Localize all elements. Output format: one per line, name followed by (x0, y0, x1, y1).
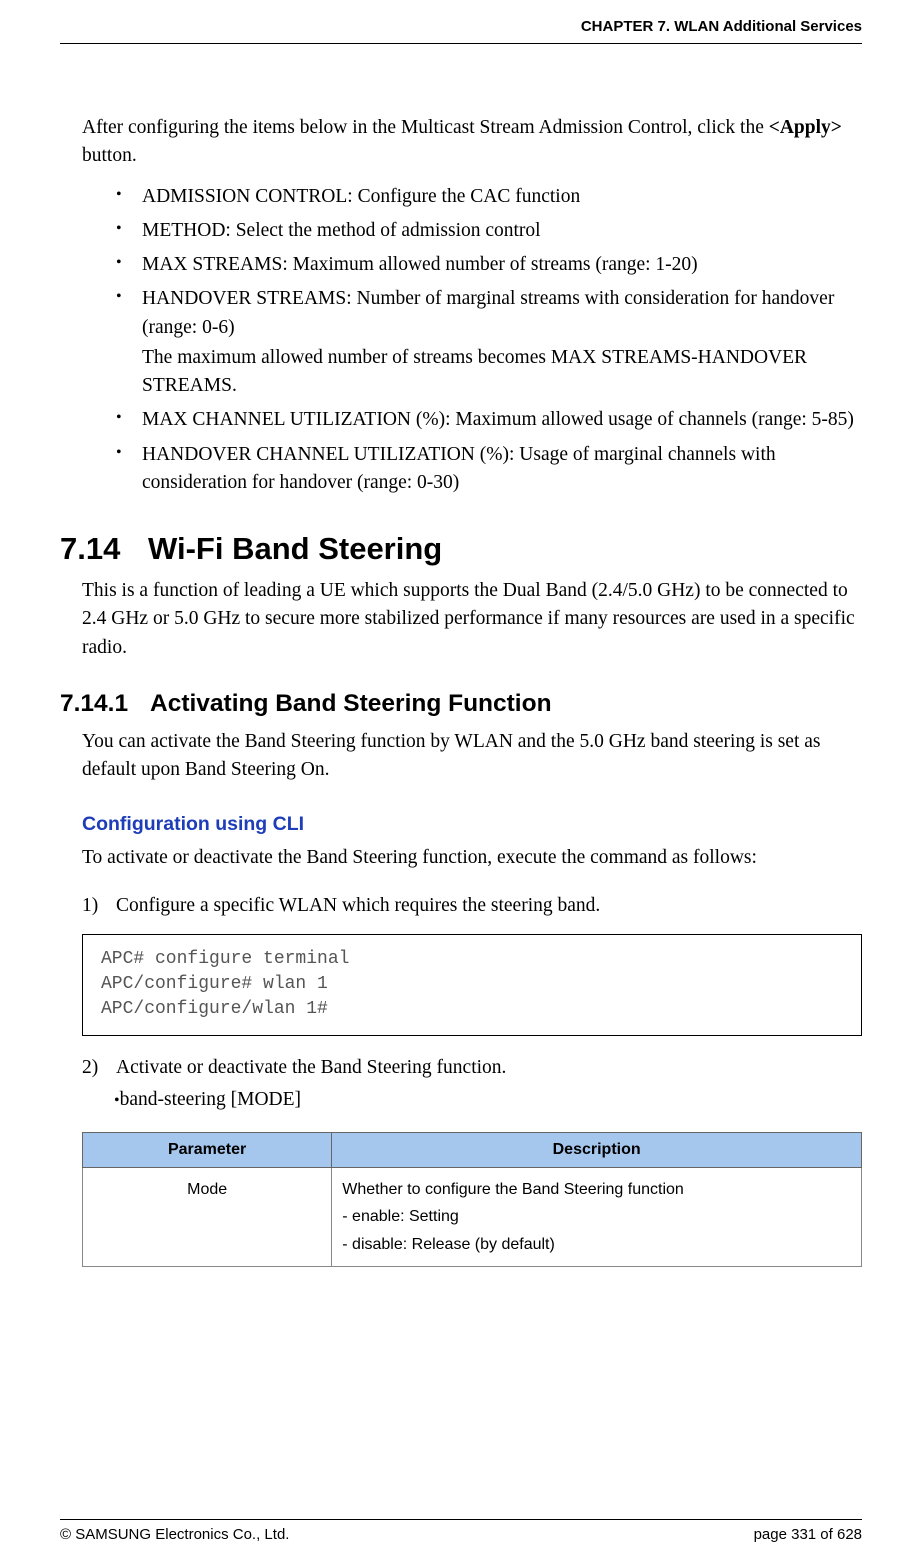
page-footer: © SAMSUNG Electronics Co., Ltd. page 331… (60, 1519, 862, 1543)
section-heading: 7.14Wi-Fi Band Steering (60, 531, 862, 567)
parameter-table: Parameter Description Mode Whether to co… (82, 1132, 862, 1267)
section-number: 7.14 (60, 531, 148, 567)
intro-paragraph: After configuring the items below in the… (82, 114, 862, 171)
subsection-number: 7.14.1 (60, 690, 150, 718)
intro-post: button. (82, 145, 137, 166)
step-2-bullet: band-steering [MODE] (114, 1086, 862, 1114)
intro-bold: <Apply> (769, 117, 842, 138)
code-block: APC# configure terminal APC/configure# w… (82, 934, 862, 1036)
step-text: Activate or deactivate the Band Steering… (116, 1057, 506, 1078)
bullet-list: ADMISSION CONTROL: Configure the CAC fun… (118, 183, 862, 498)
subsection-paragraph: You can activate the Band Steering funct… (82, 728, 862, 785)
step-2: 2)Activate or deactivate the Band Steeri… (82, 1054, 862, 1082)
table-header: Description (332, 1133, 862, 1168)
step-number: 1) (82, 892, 116, 920)
list-item: METHOD: Select the method of admission c… (118, 217, 862, 245)
list-item: MAX STREAMS: Maximum allowed number of s… (118, 251, 862, 279)
list-item: MAX CHANNEL UTILIZATION (%): Maximum all… (118, 406, 862, 434)
subsection-title: Activating Band Steering Function (150, 690, 552, 717)
table-cell: Mode (83, 1168, 332, 1267)
step-text: Configure a specific WLAN which requires… (116, 895, 600, 916)
cli-paragraph: To activate or deactivate the Band Steer… (82, 844, 862, 872)
table-header-row: Parameter Description (83, 1133, 862, 1168)
subsection-heading: 7.14.1Activating Band Steering Function (60, 690, 862, 718)
cli-heading: Configuration using CLI (82, 813, 862, 836)
step-1: 1)Configure a specific WLAN which requir… (82, 892, 862, 920)
table-cell: Whether to configure the Band Steering f… (332, 1168, 862, 1267)
section-title: Wi-Fi Band Steering (148, 531, 442, 566)
section-paragraph: This is a function of leading a UE which… (82, 577, 862, 662)
list-item: ADMISSION CONTROL: Configure the CAC fun… (118, 183, 862, 211)
list-item: HANDOVER CHANNEL UTILIZATION (%): Usage … (118, 441, 862, 498)
list-item-note: The maximum allowed number of streams be… (142, 344, 862, 401)
footer-left: © SAMSUNG Electronics Co., Ltd. (60, 1526, 289, 1543)
list-item-text: HANDOVER STREAMS: Number of marginal str… (142, 288, 834, 337)
footer-right: page 331 of 628 (754, 1526, 862, 1543)
table-header: Parameter (83, 1133, 332, 1168)
page-header: CHAPTER 7. WLAN Additional Services (60, 0, 862, 44)
table-row: Mode Whether to configure the Band Steer… (83, 1168, 862, 1267)
intro-pre: After configuring the items below in the… (82, 117, 769, 138)
step-number: 2) (82, 1054, 116, 1082)
list-item: HANDOVER STREAMS: Number of marginal str… (118, 285, 862, 400)
